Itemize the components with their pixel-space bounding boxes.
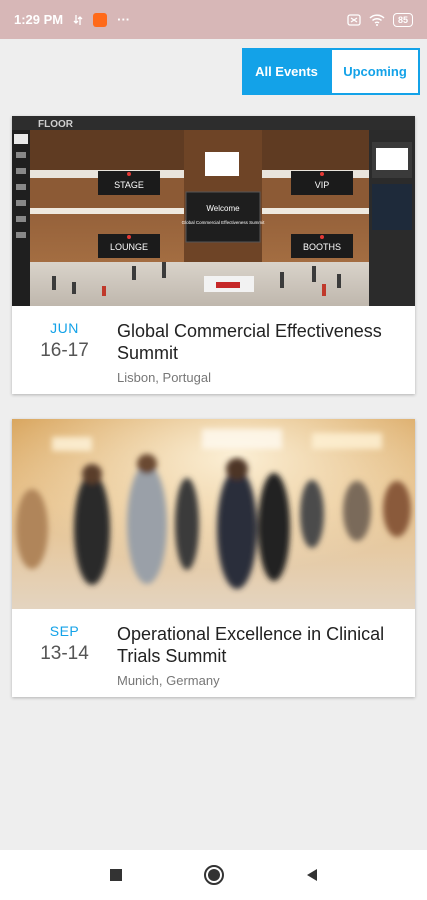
event-date: SEP 13-14 [12, 623, 117, 697]
event-card[interactable]: SEP 13-14 Operational Excellence in Clin… [12, 419, 415, 697]
recent-apps-button[interactable] [104, 863, 128, 887]
app-notification-icon [93, 12, 108, 27]
data-transfer-icon [73, 14, 83, 25]
square-icon [109, 869, 122, 881]
back-triangle-icon [306, 869, 317, 881]
platform-brand: FLOOR [38, 119, 74, 130]
event-location: Lisbon, Portugal [117, 370, 211, 385]
battery-icon: 85 [392, 12, 413, 27]
event-date: JUN 16-17 [12, 320, 117, 394]
event-month: JUN [50, 320, 79, 336]
more-notifications-icon: ··· [117, 12, 131, 27]
event-details: SEP 13-14 Operational Excellence in Clin… [12, 609, 415, 697]
sim-off-icon [347, 13, 361, 26]
event-location: Munich, Germany [117, 673, 220, 688]
event-title: Operational Excellence in Clinical Trial… [117, 624, 385, 666]
event-image: FLOOR Welcome Global Commercial Effectiv… [12, 116, 415, 306]
wifi-icon [369, 13, 385, 26]
event-image [12, 419, 415, 609]
event-filter-tabs: All Events Upcoming [242, 48, 420, 95]
event-details: JUN 16-17 Global Commercial Effectivenes… [12, 306, 415, 394]
status-time: 1:29 PM [14, 12, 64, 27]
vip-label: VIP [315, 180, 330, 190]
event-title: Global Commercial Effectiveness Summit [117, 321, 382, 363]
back-button[interactable] [300, 863, 324, 887]
circle-icon [203, 865, 224, 885]
tab-upcoming[interactable]: Upcoming [331, 48, 420, 95]
welcome-title: Welcome [206, 204, 240, 213]
booths-label: BOOTHS [303, 242, 341, 252]
event-card[interactable]: FLOOR Welcome Global Commercial Effectiv… [12, 116, 415, 394]
status-bar: 1:29 PM ··· 85 [0, 0, 427, 39]
welcome-subtitle: Global Commercial Effectiveness Summit [182, 220, 265, 225]
lounge-label: LOUNGE [110, 242, 148, 252]
system-nav-bar [0, 850, 427, 900]
stage-label: STAGE [114, 180, 144, 190]
event-month: SEP [49, 623, 80, 639]
home-button[interactable] [202, 863, 226, 887]
event-days: 13-14 [40, 643, 89, 664]
event-days: 16-17 [40, 340, 89, 361]
tab-all-events[interactable]: All Events [242, 48, 331, 95]
